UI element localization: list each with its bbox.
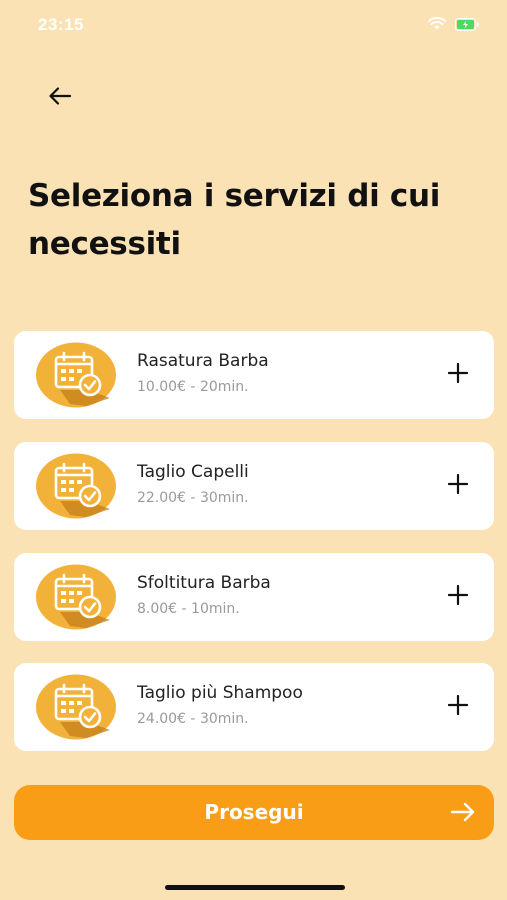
- service-name: Taglio più Shampoo: [137, 683, 303, 703]
- service-card[interactable]: Taglio più Shampoo 24.00€ - 30min.: [14, 663, 494, 751]
- plus-icon: [447, 694, 469, 719]
- continue-button[interactable]: Prosegui: [14, 785, 494, 840]
- service-price-duration: 22.00€ - 30min.: [137, 490, 249, 506]
- arrow-right-icon: [450, 801, 476, 827]
- service-card[interactable]: Taglio Capelli 22.00€ - 30min.: [14, 442, 494, 530]
- back-button[interactable]: [40, 80, 80, 116]
- service-price-duration: 24.00€ - 30min.: [137, 711, 249, 727]
- service-card[interactable]: Sfoltitura Barba 8.00€ - 10min.: [14, 553, 494, 641]
- add-service-button[interactable]: [444, 583, 472, 611]
- page-title: Seleziona i servizi di cui necessiti: [28, 178, 441, 262]
- status-bar: 23:15: [0, 0, 507, 52]
- calendar-check-icon: [36, 674, 118, 740]
- calendar-check-icon: [36, 564, 118, 630]
- plus-icon: [447, 362, 469, 387]
- service-price-duration: 8.00€ - 10min.: [137, 601, 240, 617]
- add-service-button[interactable]: [444, 361, 472, 389]
- calendar-check-icon: [36, 453, 118, 519]
- service-name: Taglio Capelli: [137, 462, 249, 482]
- add-service-button[interactable]: [444, 693, 472, 721]
- arrow-left-icon: [48, 86, 72, 110]
- add-service-button[interactable]: [444, 472, 472, 500]
- wifi-icon: [427, 16, 447, 35]
- status-icons: [427, 16, 479, 35]
- battery-charging-icon: [455, 16, 479, 35]
- service-card[interactable]: Rasatura Barba 10.00€ - 20min.: [14, 331, 494, 419]
- plus-icon: [447, 584, 469, 609]
- home-indicator: [165, 885, 345, 890]
- service-name: Rasatura Barba: [137, 351, 269, 371]
- service-name: Sfoltitura Barba: [137, 573, 271, 593]
- status-time: 23:15: [38, 15, 84, 34]
- plus-icon: [447, 473, 469, 498]
- calendar-check-icon: [36, 342, 118, 408]
- service-price-duration: 10.00€ - 20min.: [137, 379, 249, 395]
- continue-label: Prosegui: [204, 800, 304, 824]
